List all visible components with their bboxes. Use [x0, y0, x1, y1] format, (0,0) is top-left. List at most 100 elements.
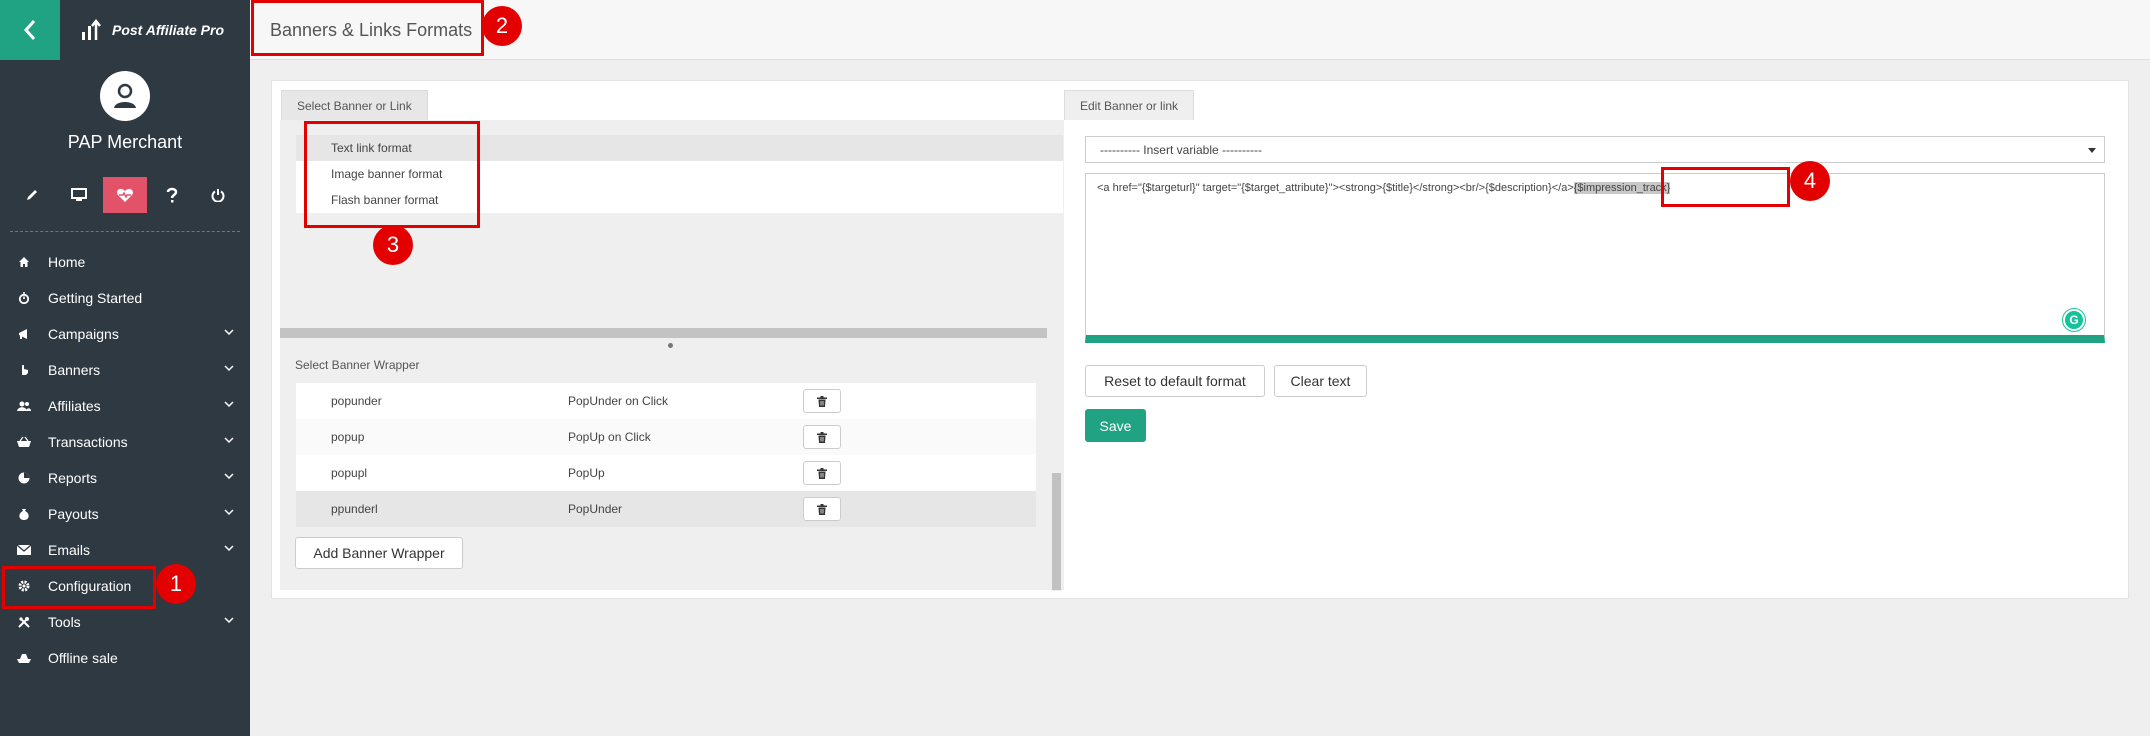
chevron-down-icon: [224, 617, 234, 624]
trash-icon: [817, 467, 827, 479]
quick-icons: [10, 177, 240, 213]
heart-pulse-icon: [117, 188, 133, 202]
sidebar-divider: [10, 231, 240, 232]
callout-badge: 2: [482, 6, 522, 46]
highlight-configuration: [2, 566, 156, 609]
reset-default-format-button[interactable]: Reset to default format: [1085, 365, 1265, 397]
wrapper-name: PopUp on Click: [568, 430, 651, 444]
chevron-down-icon: [224, 365, 234, 372]
home-icon: [16, 254, 32, 270]
caret-down-icon: [2088, 148, 2096, 153]
impression-track-variable: {$impression_track}: [1573, 182, 1671, 194]
logo-bar: Post Affiliate Pro: [0, 0, 250, 60]
chevron-down-icon: [224, 545, 234, 552]
money-bag-icon: [16, 506, 32, 522]
table-row[interactable]: popup PopUp on Click: [296, 419, 1036, 455]
pencil-icon: [27, 190, 37, 200]
nav-label: Campaigns: [48, 326, 119, 342]
hand-pointer-icon: [16, 362, 32, 378]
nav-item-banners[interactable]: Banners: [0, 352, 250, 388]
wrapper-section-title: Select Banner Wrapper: [295, 358, 420, 372]
delete-button[interactable]: [803, 389, 841, 413]
basket-icon: [16, 434, 32, 450]
nav-label: Banners: [48, 362, 101, 378]
monitor-button[interactable]: [57, 177, 101, 213]
logout-button[interactable]: [196, 177, 240, 213]
highlight-impression-track: [1661, 167, 1790, 207]
delete-button[interactable]: [803, 461, 841, 485]
nav-item-payouts[interactable]: Payouts: [0, 496, 250, 532]
clear-text-button[interactable]: Clear text: [1274, 365, 1367, 397]
highlight-format-list: [304, 121, 480, 228]
delete-button[interactable]: [803, 497, 841, 521]
nav-label: Emails: [48, 542, 91, 558]
scrollbar-thumb[interactable]: [1052, 473, 1061, 590]
nav-item-getting-started[interactable]: Getting Started: [0, 280, 250, 316]
wrapper-code: popup: [331, 430, 365, 444]
table-row[interactable]: popunder PopUnder on Click: [296, 383, 1036, 419]
format-code-editor[interactable]: <a href="{$targeturl}" target="{$target_…: [1085, 173, 2105, 343]
pie-chart-icon: [16, 470, 32, 486]
nav-label: Transactions: [48, 434, 128, 450]
health-button[interactable]: [103, 177, 147, 213]
table-row[interactable]: ppunderl PopUnder: [296, 491, 1036, 527]
format-code: <a href="{$targeturl}" target="{$target_…: [1097, 182, 1574, 194]
callout-badge: 3: [373, 225, 413, 265]
nav-item-emails[interactable]: Emails: [0, 532, 250, 568]
brand-logo: Post Affiliate Pro: [80, 18, 224, 42]
nav-item-reports[interactable]: Reports: [0, 460, 250, 496]
trash-icon: [817, 503, 827, 515]
edit-button[interactable]: [10, 177, 54, 213]
chevron-down-icon: [224, 509, 234, 516]
nav-item-affiliates[interactable]: Affiliates: [0, 388, 250, 424]
page-header: Banners & Links Formats: [250, 0, 2150, 60]
question-icon: [166, 187, 177, 203]
nav-item-transactions[interactable]: Transactions: [0, 424, 250, 460]
splitter-handle[interactable]: [668, 343, 673, 348]
tools-icon: [16, 614, 32, 630]
tab-edit-banner[interactable]: Edit Banner or link: [1064, 90, 1195, 120]
callout-badge: 4: [1790, 161, 1830, 201]
user-icon: [114, 83, 136, 108]
horizontal-splitter[interactable]: [280, 328, 1047, 338]
avatar[interactable]: [100, 71, 150, 121]
nav-label: Home: [48, 254, 86, 270]
tab-select-banner[interactable]: Select Banner or Link: [281, 90, 428, 120]
megaphone-icon: [16, 326, 32, 342]
wrapper-table: popunder PopUnder on Click popup PopUp o…: [296, 383, 1036, 527]
callout-badge: 1: [156, 564, 196, 604]
brand-mark-icon: [82, 18, 101, 40]
wrapper-code: popupl: [331, 466, 368, 480]
chevron-down-icon: [224, 473, 234, 480]
insert-variable-value: ---------- Insert variable ----------: [1100, 142, 1262, 157]
power-icon: [211, 189, 225, 202]
users-icon: [16, 398, 32, 414]
help-button[interactable]: [150, 177, 194, 213]
nav-item-home[interactable]: Home: [0, 244, 250, 280]
grammarly-icon[interactable]: G: [2063, 309, 2085, 331]
brand-name: Post Affiliate Pro: [112, 22, 225, 38]
table-row[interactable]: popupl PopUp: [296, 455, 1036, 491]
wrapper-name: PopUnder: [568, 502, 623, 516]
delete-button[interactable]: [803, 425, 841, 449]
monitor-icon: [70, 188, 87, 201]
save-button[interactable]: Save: [1085, 409, 1146, 442]
insert-variable-select[interactable]: ---------- Insert variable ----------: [1085, 136, 2105, 163]
user-name: PAP Merchant: [67, 132, 183, 152]
add-banner-wrapper-button[interactable]: Add Banner Wrapper: [295, 537, 463, 569]
nav-label: Getting Started: [48, 290, 143, 306]
chevron-down-icon: [224, 437, 234, 444]
chevron-down-icon: [224, 329, 234, 336]
chevron-down-icon: [224, 401, 234, 408]
stopwatch-icon: [16, 290, 32, 306]
nav-label: Payouts: [48, 506, 99, 522]
nav-label: Offline sale: [48, 650, 118, 666]
wrapper-code: popunder: [331, 394, 382, 408]
nav-label: Reports: [48, 470, 98, 486]
nav-item-offline-sale[interactable]: Offline sale: [0, 640, 250, 676]
collapse-sidebar-button[interactable]: [0, 0, 60, 60]
sidebar: Post Affiliate Pro PAP Merchant Home Get…: [0, 0, 250, 736]
nav-item-campaigns[interactable]: Campaigns: [0, 316, 250, 352]
offline-sale-icon: [16, 650, 32, 666]
nav-item-tools[interactable]: Tools: [0, 604, 250, 640]
